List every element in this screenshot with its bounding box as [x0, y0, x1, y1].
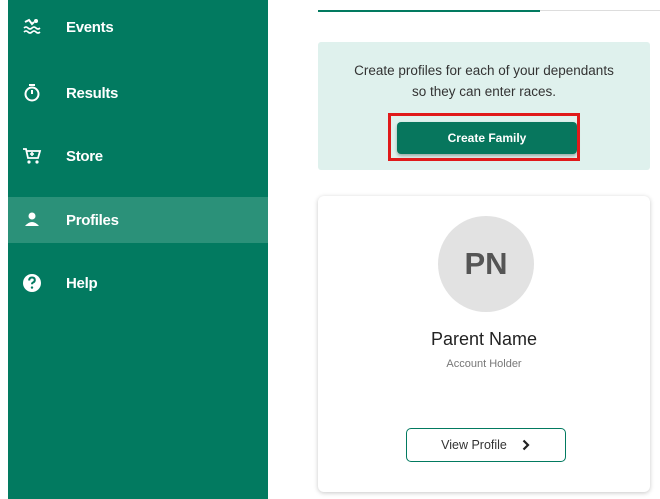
profile-name: Parent Name	[430, 329, 538, 349]
description-line: so they can enter races.	[411, 84, 557, 99]
sidebar-item-profiles[interactable]: Profiles	[8, 197, 268, 243]
profile-card: PN Parent Name Account Holder View Profi…	[318, 196, 650, 492]
view-profile-label: View Profile	[441, 438, 507, 452]
sidebar-item-label: Help	[66, 274, 98, 292]
sidebar-item-events[interactable]: Events	[8, 4, 268, 50]
help-icon	[22, 273, 42, 293]
avatar: PN	[438, 216, 534, 312]
tab-divider	[540, 10, 660, 11]
highlight-annotation	[388, 113, 580, 161]
description-line: Create profiles for each of your dependa…	[354, 63, 614, 78]
sidebar-item-label: Store	[66, 147, 103, 165]
active-tab-indicator	[318, 10, 540, 12]
sidebar: Events Results Store Profiles Help	[8, 0, 268, 499]
sidebar-item-label: Results	[66, 84, 119, 102]
chevron-right-icon	[521, 439, 531, 451]
create-family-description: Create profiles for each of your dependa…	[318, 60, 650, 102]
view-profile-button[interactable]: View Profile	[406, 428, 566, 462]
sidebar-item-help[interactable]: Help	[8, 260, 268, 306]
sidebar-item-label: Events	[66, 18, 114, 36]
profile-role: Account Holder	[446, 358, 522, 370]
sidebar-item-label: Profiles	[66, 211, 119, 229]
stopwatch-icon	[22, 83, 42, 103]
person-icon	[22, 210, 42, 230]
swimmer-icon	[22, 17, 42, 37]
sidebar-item-results[interactable]: Results	[8, 70, 268, 116]
sidebar-item-store[interactable]: Store	[8, 133, 268, 179]
cart-icon	[22, 146, 42, 166]
